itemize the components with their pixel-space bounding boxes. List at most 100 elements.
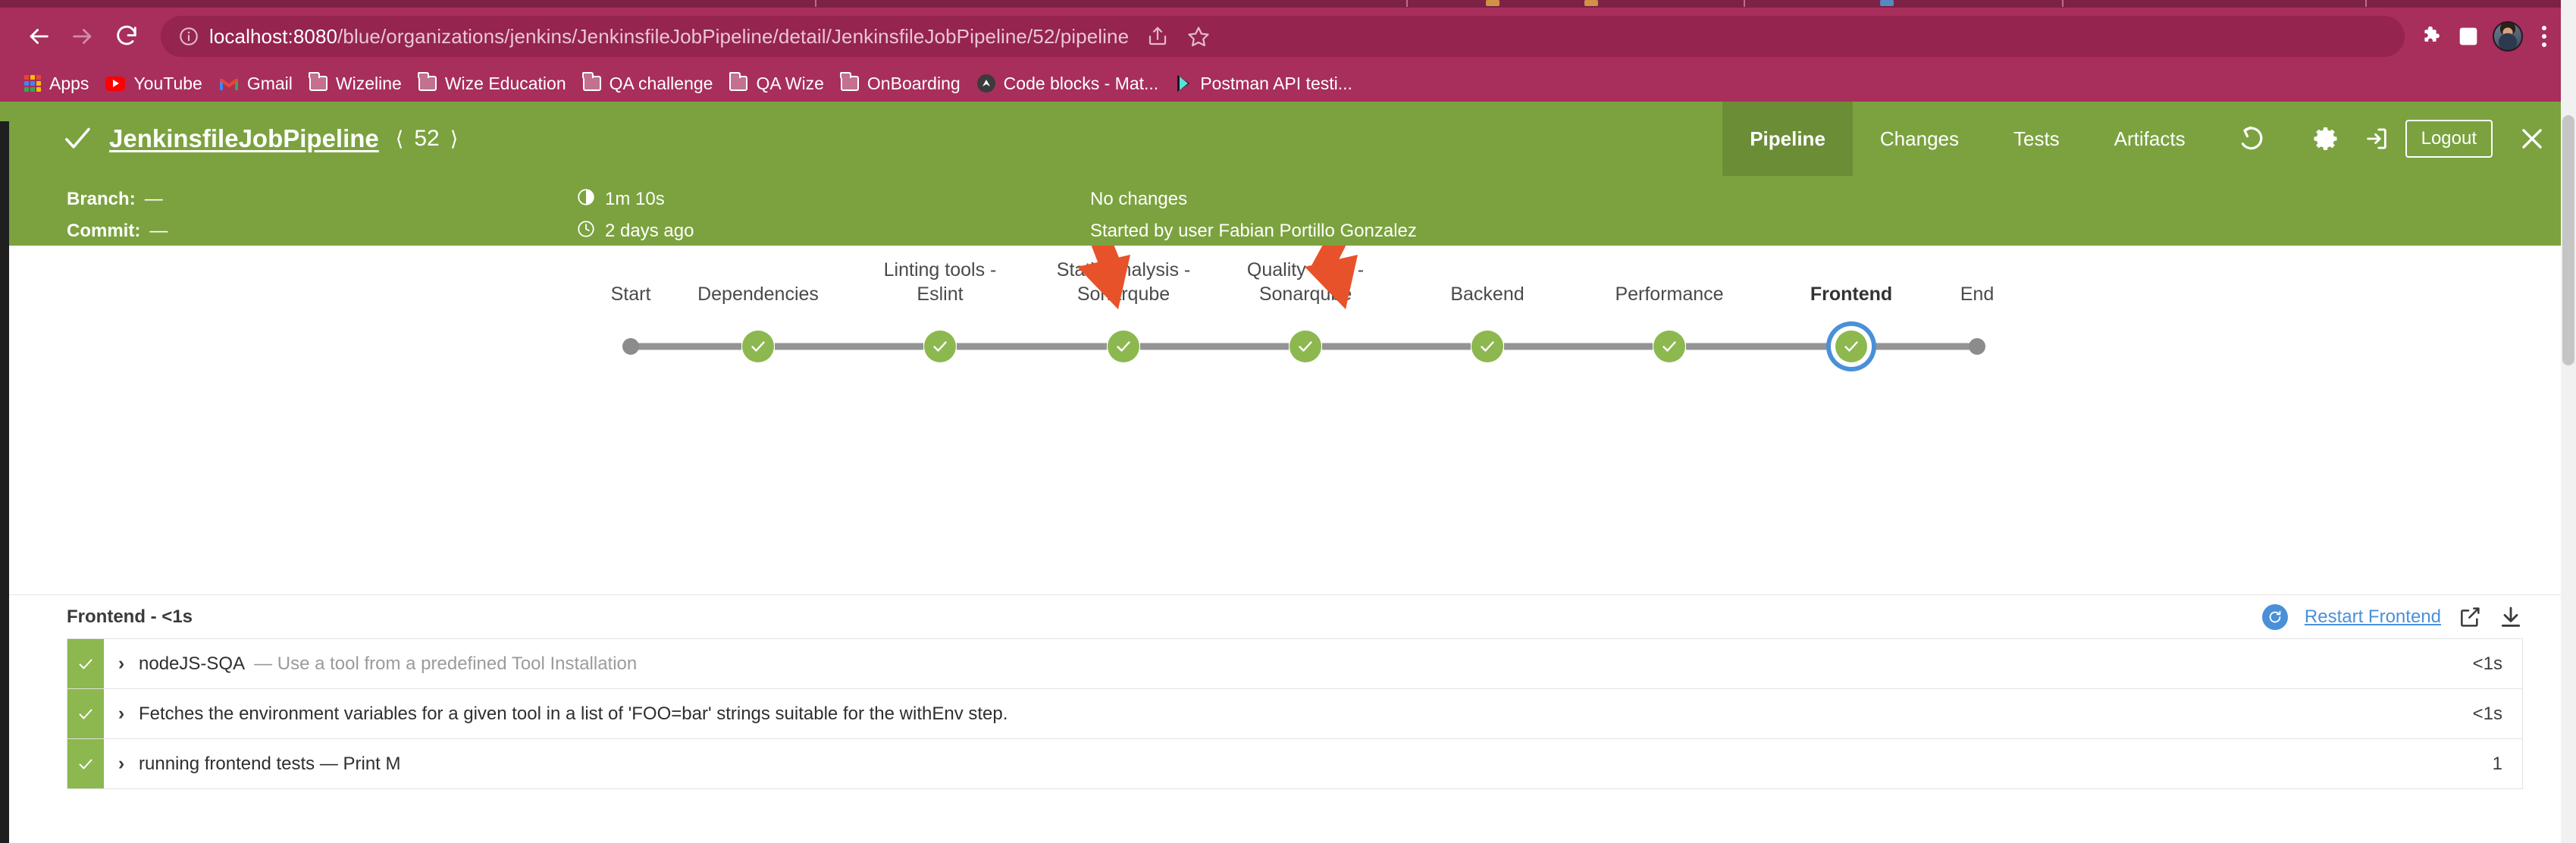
step-duration: 1 <box>2492 753 2502 774</box>
tab-separator <box>2365 0 2367 7</box>
step-name: running frontend tests — Print M <box>139 753 401 774</box>
stage-node-end[interactable] <box>1969 338 1985 355</box>
commit-value: — <box>149 221 168 241</box>
url-path: /blue/organizations/jenkins/JenkinsfileJ… <box>337 24 1130 48</box>
stage-node-performance[interactable] <box>1653 331 1685 362</box>
side-panel-icon[interactable] <box>2450 18 2487 55</box>
active-tab-remnant[interactable] <box>0 0 1524 8</box>
page-scrollbar-thumb[interactable] <box>2562 115 2574 365</box>
info-circle-icon[interactable] <box>176 24 202 49</box>
bookmark-postman[interactable]: Postman API testi... <box>1169 70 1363 98</box>
stage-label-backend[interactable]: Backend <box>1450 282 1524 306</box>
extensions-puzzle-icon[interactable] <box>2414 18 2450 55</box>
pipeline-name-link[interactable]: JenkinsfileJobPipeline <box>109 124 379 153</box>
stage-node-backend[interactable] <box>1471 331 1503 362</box>
stage-label-frontend[interactable]: Frontend <box>1810 282 1892 306</box>
success-check-icon <box>1108 331 1139 362</box>
arrow-quality-gate-annotation <box>1285 246 1384 318</box>
chevron-right-icon[interactable]: ⟩ <box>450 127 459 151</box>
download-icon[interactable] <box>2499 605 2523 629</box>
chevron-right-icon[interactable]: › <box>104 639 139 688</box>
edge-performance-frontend <box>1686 343 1832 350</box>
stage-label-start: Start <box>610 284 651 305</box>
table-row[interactable]: › nodeJS-SQA — Use a tool from a predefi… <box>67 639 2522 689</box>
folder-icon <box>729 72 748 91</box>
kebab-menu-icon[interactable] <box>2529 18 2559 55</box>
profile-avatar[interactable] <box>2493 21 2523 52</box>
stage-node-static-analysis[interactable] <box>1108 331 1139 362</box>
bookmark-onboarding[interactable]: OnBoarding <box>835 70 971 98</box>
tab-artifacts[interactable]: Artifacts <box>2087 102 2213 176</box>
commit-label: Commit: <box>67 221 141 241</box>
success-check-icon-selected <box>1835 331 1867 362</box>
tab-pipeline[interactable]: Pipeline <box>1722 102 1853 176</box>
stage-node-dependencies[interactable] <box>742 331 774 362</box>
table-row[interactable]: › running frontend tests — Print M 1 <box>67 739 2522 789</box>
stage-label-linting-eslint[interactable]: Linting tools - Eslint <box>884 258 997 306</box>
back-button[interactable] <box>17 14 61 58</box>
bookmark-qa-challenge[interactable]: QA challenge <box>577 70 724 98</box>
bookmark-youtube[interactable]: YouTube <box>99 70 212 98</box>
bookmark-qa-wize[interactable]: QA Wize <box>723 70 834 98</box>
header-actions: Logout <box>2213 102 2576 176</box>
tab-separator <box>1406 0 1408 7</box>
restart-stage-link[interactable]: Restart Frontend <box>2305 606 2441 628</box>
logout-button[interactable]: Logout <box>2405 120 2493 158</box>
bookmark-apps[interactable]: Apps <box>18 70 99 98</box>
close-icon[interactable] <box>2511 118 2553 160</box>
bookmarks-bar: Apps YouTube Gmail Wizeline Wize Educati… <box>0 65 2576 102</box>
stage-label-end: End <box>1960 284 1995 305</box>
step-text: running frontend tests — Print M <box>139 739 2431 788</box>
step-status-success <box>67 639 104 688</box>
edge-quality-backend <box>1322 343 1471 350</box>
stage-node-frontend[interactable] <box>1835 331 1867 362</box>
table-row[interactable]: › Fetches the environment variables for … <box>67 689 2522 739</box>
bookmark-label: QA Wize <box>756 73 824 93</box>
edge-start-dependencies <box>635 343 741 350</box>
chevron-left-icon[interactable]: ⟨ <box>396 127 404 151</box>
stage-label-dependencies[interactable]: Dependencies <box>697 282 819 306</box>
duration-value: 1m 10s <box>605 189 665 209</box>
bookmark-gmail[interactable]: Gmail <box>213 70 303 98</box>
stage-node-start[interactable] <box>622 338 639 355</box>
stage-label-performance[interactable]: Performance <box>1615 282 1723 306</box>
changes-text: No changes <box>1090 189 1188 209</box>
youtube-icon <box>105 76 126 91</box>
reload-button[interactable] <box>105 14 149 58</box>
bookmark-label: OnBoarding <box>867 73 961 93</box>
stage-node-quality-gate[interactable] <box>1290 331 1321 362</box>
page-scrollbar-track[interactable] <box>2561 0 2576 843</box>
bookmark-code-blocks[interactable]: Code blocks - Mat... <box>971 70 1170 98</box>
chevron-right-icon[interactable]: › <box>104 739 139 788</box>
star-icon[interactable] <box>1180 18 1217 55</box>
duration-icon <box>576 187 596 212</box>
tab-changes[interactable]: Changes <box>1853 102 1986 176</box>
stage-node-linting-eslint[interactable] <box>924 331 956 362</box>
folder-icon <box>840 72 859 91</box>
bookmark-wizeline[interactable]: Wizeline <box>303 70 412 98</box>
address-bar[interactable]: localhost:8080/blue/organizations/jenkin… <box>161 16 2405 57</box>
time-ago-row: 2 days ago <box>576 215 694 247</box>
folder-icon <box>418 72 437 91</box>
gear-icon[interactable] <box>2305 118 2348 160</box>
branch-value: — <box>144 189 163 209</box>
time-ago-value: 2 days ago <box>605 221 694 241</box>
bookmark-wize-education[interactable]: Wize Education <box>412 70 577 98</box>
tab-tests[interactable]: Tests <box>1986 102 2087 176</box>
login-arrow-icon[interactable] <box>2355 118 2398 160</box>
share-icon[interactable] <box>1139 18 1176 55</box>
tab-separator <box>815 0 816 7</box>
restart-circular-icon[interactable] <box>2261 603 2288 630</box>
forward-button[interactable] <box>61 14 105 58</box>
tab-strip <box>0 0 2576 8</box>
chevron-right-icon[interactable]: › <box>104 689 139 738</box>
clock-icon <box>576 219 596 244</box>
step-status-success <box>67 739 104 788</box>
postman-icon <box>1175 74 1192 92</box>
rerun-icon[interactable] <box>2230 118 2272 160</box>
duration-row: 1m 10s <box>576 183 694 215</box>
apps-grid-icon <box>24 75 41 92</box>
step-duration: <1s <box>2472 703 2502 724</box>
open-external-icon[interactable] <box>2458 605 2482 629</box>
step-duration: <1s <box>2472 653 2502 674</box>
